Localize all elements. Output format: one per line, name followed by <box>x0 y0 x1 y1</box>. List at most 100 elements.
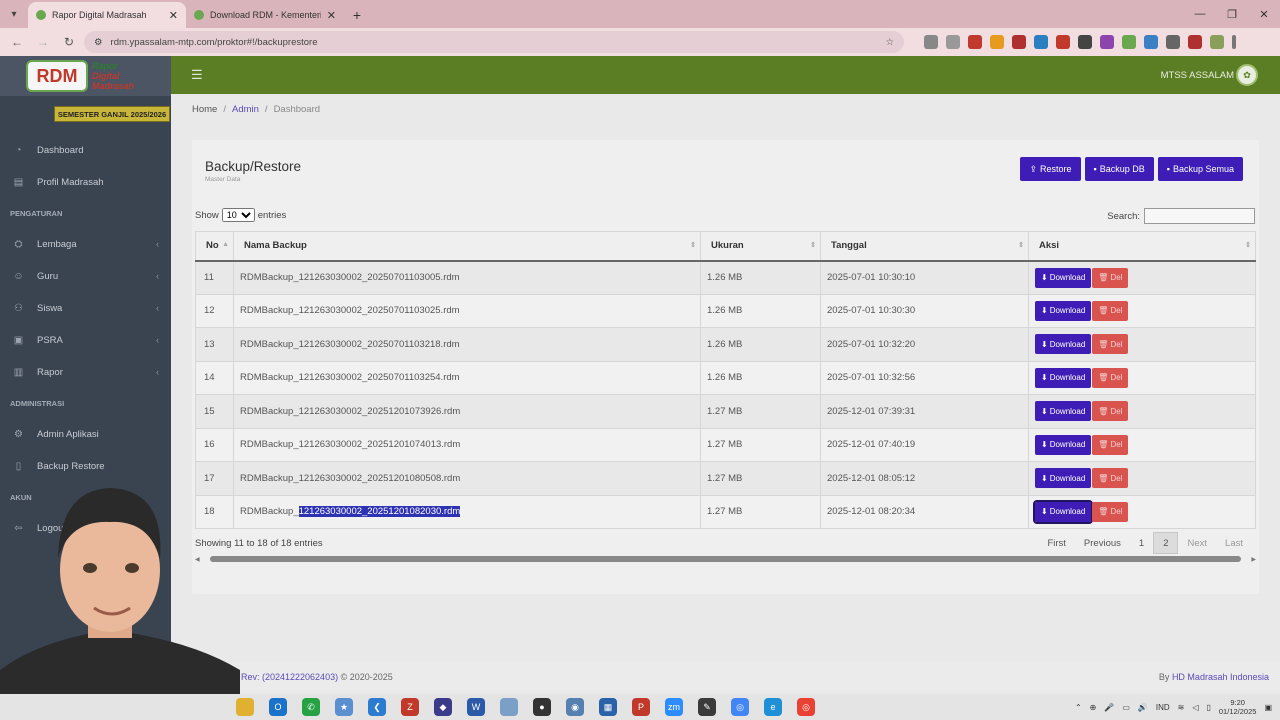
chrome-icon[interactable]: ◎ <box>797 698 815 716</box>
sidebar-item-siswa[interactable]: ⚇ Siswa ‹ <box>0 292 171 324</box>
sidebar-item-profil[interactable]: ▤ Profil Madrasah <box>0 166 171 198</box>
outlook-icon[interactable]: O <box>269 698 287 716</box>
extension-icon[interactable] <box>924 35 938 49</box>
notification-icon[interactable]: ▣ <box>1264 703 1272 712</box>
browser-tab-rapor[interactable]: Rapor Digital Madrasah ✕ <box>28 2 186 28</box>
app-icon[interactable]: ◉ <box>566 698 584 716</box>
volume-icon[interactable]: 🔊 <box>1138 703 1148 712</box>
extension-icon[interactable] <box>1012 35 1026 49</box>
org-link[interactable]: HD Madrasah Indonesia <box>1172 672 1269 682</box>
download-button[interactable]: ⬇ Download <box>1035 300 1092 321</box>
backup-all-button[interactable]: ▪ Backup Semua <box>1157 157 1243 181</box>
delete-button[interactable]: 🗑 Del <box>1092 501 1129 522</box>
restore-icon[interactable]: ❐ <box>1216 0 1248 28</box>
edge-icon[interactable]: e <box>764 698 782 716</box>
extension-icon[interactable] <box>1078 35 1092 49</box>
reload-icon[interactable]: ↻ <box>58 31 80 53</box>
file-explorer-icon[interactable] <box>236 698 254 716</box>
school-name[interactable]: MTSS ASSALAM <box>1161 70 1234 81</box>
tab-search-icon[interactable]: ▾ <box>0 0 28 28</box>
network-icon[interactable]: ⊕ <box>1090 703 1097 712</box>
scroll-right-icon[interactable]: ▶ <box>1251 556 1256 563</box>
entries-select[interactable]: 10 <box>221 208 255 222</box>
column-header-ukuran[interactable]: Ukuran ⇕ <box>700 231 821 262</box>
download-button[interactable]: ⬇ Download <box>1035 401 1092 422</box>
battery-status-icon[interactable]: ▯ <box>1206 703 1210 712</box>
app-icon[interactable]: ▦ <box>599 698 617 716</box>
powerpoint-icon[interactable]: P <box>632 698 650 716</box>
wifi-icon[interactable]: ≋ <box>1178 703 1185 712</box>
clock[interactable]: 9:20 01/12/2025 <box>1219 698 1257 716</box>
sidebar-item-lembaga[interactable]: ⛭ Lembaga ‹ <box>0 228 171 260</box>
new-tab-button[interactable]: + <box>344 2 370 28</box>
breadcrumb-admin[interactable]: Admin <box>232 104 259 115</box>
backup-db-button[interactable]: ▪ Backup DB <box>1084 157 1154 181</box>
speaker-icon[interactable]: ◁ <box>1192 703 1198 712</box>
vscode-icon[interactable]: ❮ <box>368 698 386 716</box>
extension-icon[interactable] <box>1144 35 1158 49</box>
chrome-icon[interactable]: ◎ <box>731 698 749 716</box>
puzzle-icon[interactable] <box>1166 35 1180 49</box>
extension-icon[interactable] <box>1122 35 1136 49</box>
app-icon[interactable]: ◆ <box>434 698 452 716</box>
download-button[interactable]: ⬇ Download <box>1032 499 1094 524</box>
download-button[interactable]: ⬇ Download <box>1035 334 1092 355</box>
delete-button[interactable]: 🗑 Del <box>1092 300 1129 321</box>
page-2[interactable]: 2 <box>1153 532 1179 554</box>
column-header-tanggal[interactable]: Tanggal ⇕ <box>820 231 1029 262</box>
app-icon[interactable]: ★ <box>335 698 353 716</box>
column-header-no[interactable]: No ▲ <box>195 231 234 262</box>
column-header-nama[interactable]: Nama Backup ⇕ <box>233 231 701 262</box>
sidebar-item-guru[interactable]: ☺ Guru ‹ <box>0 260 171 292</box>
back-icon[interactable]: ← <box>6 31 28 53</box>
profile-icon[interactable] <box>1210 35 1224 49</box>
minimize-icon[interactable]: — <box>1184 0 1216 28</box>
extension-icon[interactable] <box>946 35 960 49</box>
app-icon[interactable] <box>500 698 518 716</box>
app-logo[interactable]: RDM Rapor Digital Madrasah <box>0 56 171 96</box>
extension-icon[interactable] <box>1100 35 1114 49</box>
extension-icon[interactable] <box>990 35 1004 49</box>
breadcrumb-home[interactable]: Home <box>192 104 217 115</box>
close-window-icon[interactable]: ✕ <box>1248 0 1280 28</box>
restore-button[interactable]: ⇪ Restore <box>1020 157 1081 181</box>
mic-icon[interactable]: 🎤 <box>1104 703 1114 712</box>
scroll-thumb[interactable] <box>209 556 1242 562</box>
download-icon[interactable] <box>1188 35 1202 49</box>
browser-tab-download[interactable]: Download RDM - Kementerian ✕ <box>186 2 344 28</box>
zoom-icon[interactable]: zm <box>665 698 683 716</box>
delete-button[interactable]: 🗑 Del <box>1092 267 1129 288</box>
page-1[interactable]: 1 <box>1130 532 1153 554</box>
delete-button[interactable]: 🗑 Del <box>1092 468 1129 489</box>
extension-icon[interactable] <box>968 35 982 49</box>
hamburger-menu-icon[interactable]: ☰ <box>191 67 203 83</box>
battery-icon[interactable]: ▭ <box>1122 703 1130 712</box>
page-next[interactable]: Next <box>1178 532 1216 554</box>
delete-button[interactable]: 🗑 Del <box>1092 367 1129 388</box>
delete-button[interactable]: 🗑 Del <box>1092 334 1129 355</box>
filezilla-icon[interactable]: Z <box>401 698 419 716</box>
page-last[interactable]: Last <box>1216 532 1252 554</box>
app-icon[interactable]: ● <box>533 698 551 716</box>
extension-icon[interactable] <box>1034 35 1048 49</box>
forward-icon[interactable]: → <box>32 31 54 53</box>
site-info-icon[interactable]: ⚙ <box>94 37 103 48</box>
sidebar-item-backup-restore[interactable]: ▯ Backup Restore <box>0 450 171 482</box>
close-tab-icon[interactable]: ✕ <box>169 9 178 22</box>
download-button[interactable]: ⬇ Download <box>1035 367 1092 388</box>
language-indicator[interactable]: IND <box>1156 703 1170 712</box>
download-button[interactable]: ⬇ Download <box>1035 468 1092 489</box>
whatsapp-icon[interactable]: ✆ <box>302 698 320 716</box>
sidebar-item-dashboard[interactable]: ◔ Dashboard <box>0 134 171 166</box>
close-tab-icon[interactable]: ✕ <box>327 9 336 22</box>
revision-link[interactable]: Rev: (20241222062403) <box>241 672 338 682</box>
search-input[interactable] <box>1144 208 1255 224</box>
sidebar-item-admin-aplikasi[interactable]: ⚙ Admin Aplikasi <box>0 418 171 450</box>
download-button[interactable]: ⬇ Download <box>1035 434 1092 455</box>
sidebar-item-psra[interactable]: ▣ PSRA ‹ <box>0 324 171 356</box>
chevron-up-icon[interactable]: ⌃ <box>1075 703 1082 712</box>
school-avatar-icon[interactable]: ✿ <box>1236 64 1258 86</box>
word-icon[interactable]: W <box>467 698 485 716</box>
horizontal-scrollbar[interactable]: ◀ ▶ <box>195 554 1256 564</box>
page-first[interactable]: First <box>1038 532 1074 554</box>
